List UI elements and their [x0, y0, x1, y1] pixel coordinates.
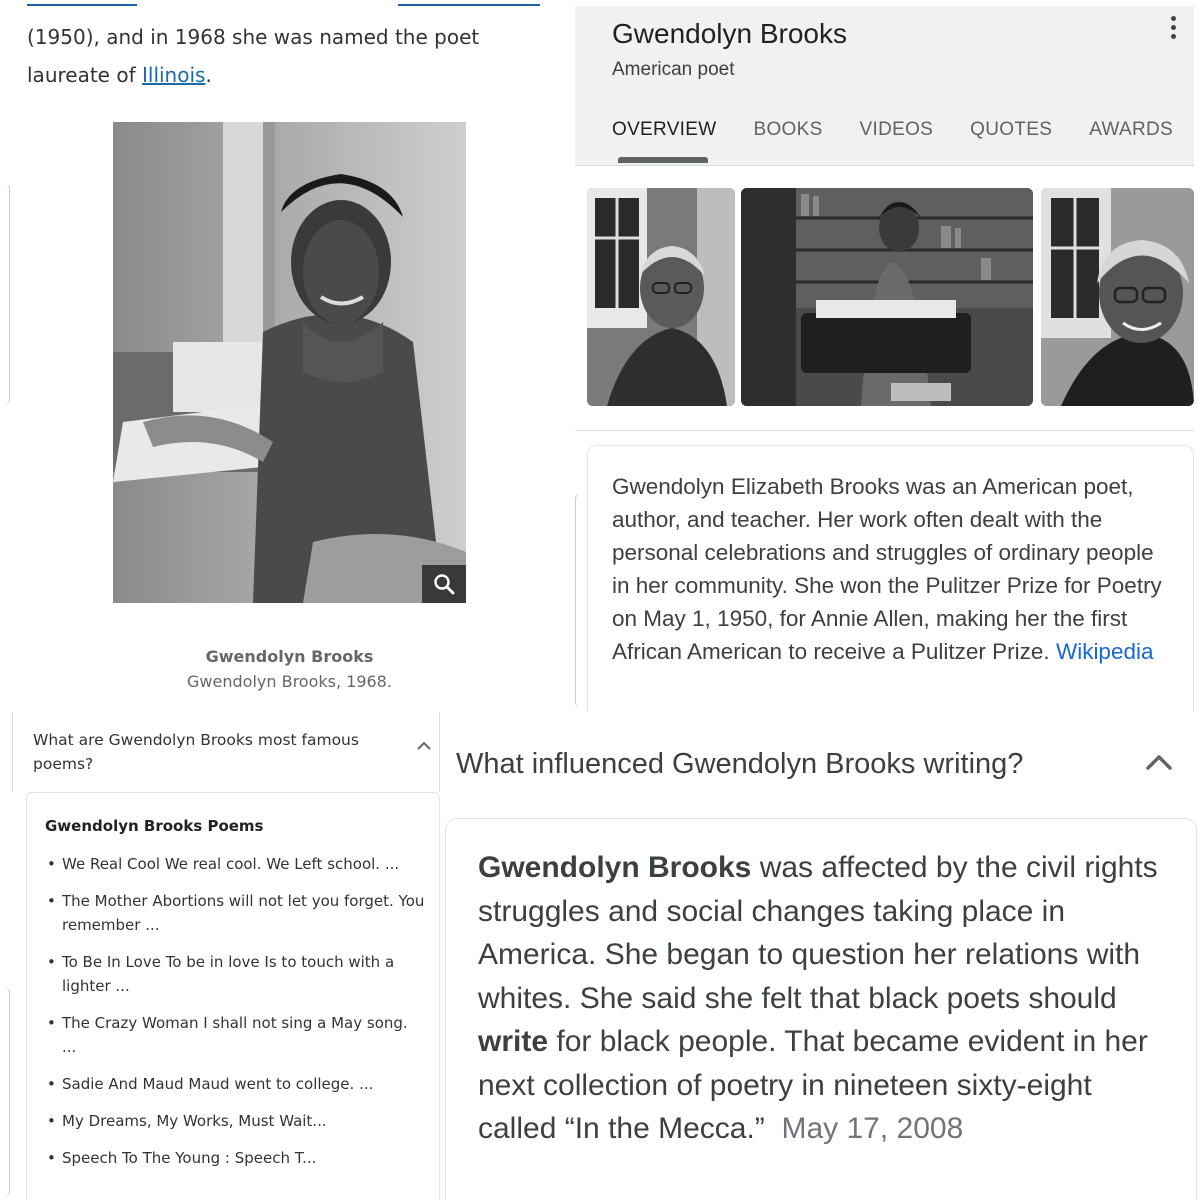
list-item: My Dreams, My Works, Must Wait... — [45, 1109, 425, 1133]
poems-heading: Gwendolyn Brooks Poems — [45, 817, 264, 835]
gallery-image[interactable] — [587, 188, 735, 406]
tab-overview[interactable]: OVERVIEW — [612, 119, 716, 141]
portrait-illustration — [113, 122, 466, 603]
zoom-button[interactable] — [422, 565, 466, 603]
article-panel: (1950), and in 1968 she was named the po… — [0, 0, 570, 705]
answer-date: May 17, 2008 — [781, 1112, 964, 1145]
knowledge-panel-header: Gwendolyn Brooks American poet OVERVIEW … — [575, 6, 1194, 166]
article-text-end: . — [205, 63, 212, 87]
chevron-up-icon[interactable] — [1145, 752, 1173, 772]
side-bracket — [0, 183, 10, 405]
poems-list: We Real Cool We real cool. We Left schoo… — [45, 852, 425, 1170]
description-text: Gwendolyn Elizabeth Brooks was an Americ… — [612, 474, 1162, 664]
influence-answer: Gwendolyn Brooks was affected by the civ… — [478, 846, 1178, 1151]
portrait-photo[interactable] — [113, 122, 466, 603]
gallery-image[interactable] — [1041, 188, 1194, 406]
tab-bar: OVERVIEW BOOKS VIDEOS QUOTES AWARDS — [612, 119, 1173, 141]
section-divider — [575, 430, 1194, 431]
previous-link-underline — [398, 0, 540, 6]
tab-quotes[interactable]: QUOTES — [970, 119, 1052, 141]
tab-awards[interactable]: AWARDS — [1089, 119, 1173, 141]
influence-question[interactable]: What influenced Gwendolyn Brooks writing… — [456, 748, 1023, 781]
list-item: Sadie And Maud Maud went to college. ... — [45, 1072, 425, 1096]
article-paragraph: (1950), and in 1968 she was named the po… — [27, 18, 547, 94]
list-item: The Crazy Woman I shall not sing a May s… — [45, 1011, 425, 1059]
entity-title: Gwendolyn Brooks — [612, 18, 848, 49]
chevron-up-icon[interactable] — [416, 740, 432, 752]
answer-bold: write — [478, 1025, 549, 1058]
side-bracket — [575, 493, 581, 708]
influence-panel: What influenced Gwendolyn Brooks writing… — [445, 718, 1200, 1200]
list-item: To Be In Love To be in love Is to touch … — [45, 950, 425, 998]
tab-books[interactable]: BOOKS — [753, 119, 822, 141]
knowledge-panel: Gwendolyn Brooks American poet OVERVIEW … — [575, 0, 1200, 712]
article-text: (1950), and in 1968 she was named the po… — [27, 25, 480, 87]
answer-bold: Gwendolyn Brooks — [478, 851, 752, 884]
faq-question[interactable]: What are Gwendolyn Brooks most famous po… — [33, 728, 373, 776]
list-item: Speech To The Young : Speech T... — [45, 1146, 425, 1170]
list-item: We Real Cool We real cool. We Left schoo… — [45, 852, 425, 876]
gallery-image-illustration — [1041, 188, 1194, 406]
entity-description: Gwendolyn Elizabeth Brooks was an Americ… — [612, 470, 1172, 668]
faq-panel: What are Gwendolyn Brooks most famous po… — [0, 712, 440, 1200]
gallery-image-illustration — [587, 188, 735, 406]
entity-subtitle: American poet — [612, 59, 735, 80]
photo-caption-subtitle: Gwendolyn Brooks, 1968. — [187, 672, 392, 691]
active-tab-indicator — [618, 157, 708, 163]
tab-videos[interactable]: VIDEOS — [860, 119, 934, 141]
previous-link-underline — [27, 0, 137, 6]
gallery-image[interactable] — [741, 188, 1033, 406]
wikipedia-link[interactable]: Wikipedia — [1056, 639, 1154, 664]
photo-caption-title: Gwendolyn Brooks — [205, 647, 374, 666]
illinois-link[interactable]: Illinois — [142, 63, 205, 87]
search-icon — [434, 574, 455, 595]
vertical-dots-icon[interactable] — [1163, 12, 1183, 42]
list-item: The Mother Abortions will not let you fo… — [45, 889, 425, 937]
gallery-image-illustration — [741, 188, 1033, 406]
side-bracket — [0, 987, 10, 1197]
